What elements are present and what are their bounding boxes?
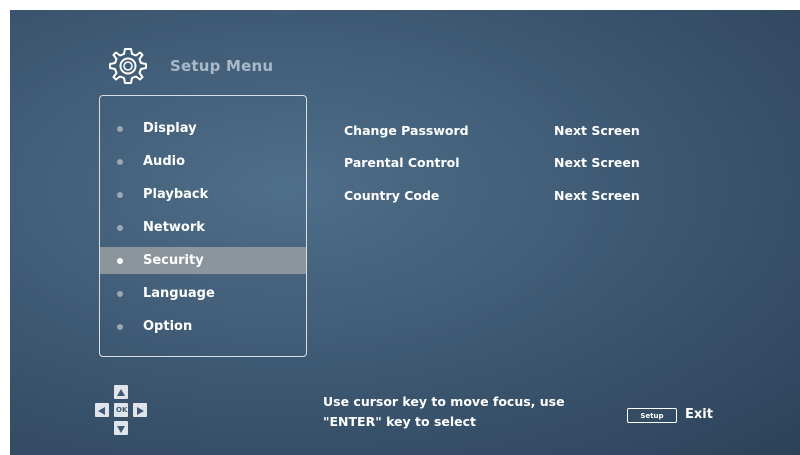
exit-label[interactable]: Exit (685, 407, 713, 422)
option-label: Parental Control (344, 154, 460, 170)
sidebar-item-label: Audio (143, 154, 186, 169)
sidebar-item-playback[interactable]: Playback (100, 181, 306, 208)
right-arrow-icon (133, 403, 147, 417)
sidebar-item-security[interactable]: Security (100, 247, 306, 274)
help-text: Use cursor key to move focus, use "ENTER… (323, 392, 603, 432)
option-value: Next Screen (554, 187, 640, 203)
sidebar-item-label: Security (143, 253, 204, 268)
sidebar-item-language[interactable]: Language (100, 280, 306, 307)
sidebar-item-option[interactable]: Option (100, 313, 306, 340)
sidebar-item-label: Network (143, 220, 205, 235)
bullet-icon (117, 224, 123, 231)
dpad-icon: OK (90, 384, 158, 438)
bullet-icon (117, 125, 123, 132)
sidebar-item-label: Option (143, 319, 193, 334)
sidebar-item-audio[interactable]: Audio (100, 148, 306, 175)
help-line: Use cursor key to move focus, use (323, 394, 565, 409)
bullet-icon (117, 158, 123, 165)
bullet-icon (117, 290, 123, 297)
bullet-icon (117, 257, 123, 264)
option-country-code[interactable]: Country Code Next Screen (344, 185, 694, 205)
help-line: "ENTER" key to select (323, 414, 477, 429)
ok-key-label: OK (116, 406, 128, 414)
page-header: Setup Menu (108, 46, 273, 86)
sidebar-item-label: Display (143, 121, 197, 136)
option-label: Change Password (344, 122, 469, 138)
down-arrow-icon (114, 421, 128, 435)
setup-key-icon[interactable]: Setup (627, 408, 677, 423)
sidebar-item-label: Language (143, 286, 215, 301)
sidebar-item-network[interactable]: Network (100, 214, 306, 241)
setup-screen: Setup Menu Display Audio Playback Networ… (10, 10, 800, 455)
up-arrow-icon (114, 385, 128, 399)
option-label: Country Code (344, 187, 440, 203)
gear-icon (109, 48, 147, 84)
sidebar-item-display[interactable]: Display (100, 115, 306, 142)
ok-key-icon: OK (114, 403, 128, 417)
sidebar-menu: Display Audio Playback Network Security … (99, 95, 307, 357)
page-title: Setup Menu (170, 57, 274, 75)
option-parental-control[interactable]: Parental Control Next Screen (344, 152, 694, 172)
option-change-password[interactable]: Change Password Next Screen (344, 120, 694, 140)
option-value: Next Screen (554, 122, 640, 138)
bullet-icon (117, 191, 123, 198)
sidebar-item-label: Playback (143, 187, 209, 202)
left-arrow-icon (95, 403, 109, 417)
option-value: Next Screen (554, 154, 640, 170)
bullet-icon (117, 323, 123, 330)
